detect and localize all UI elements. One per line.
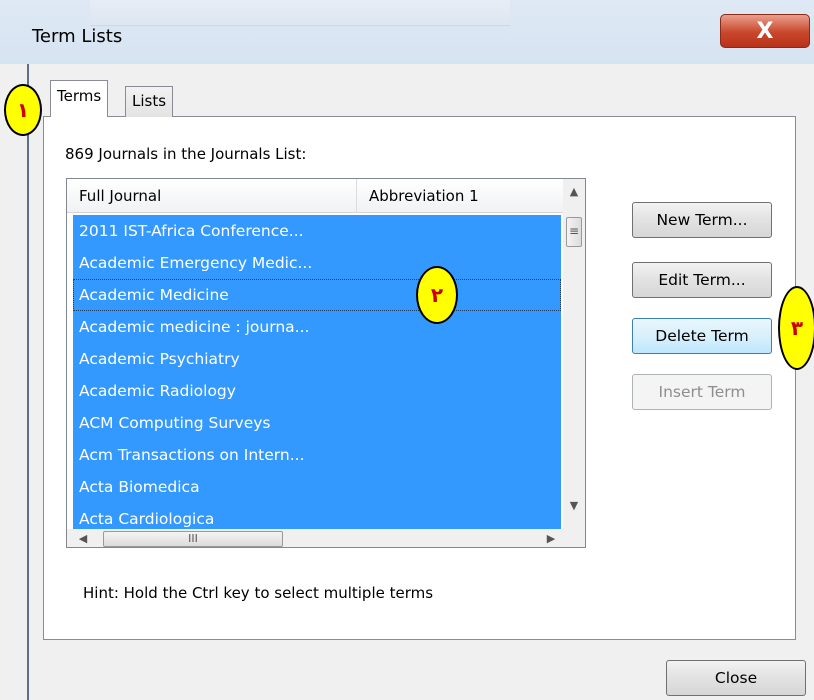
background-window-ghost [90, 0, 510, 26]
annotation-marker-1: ١ [4, 84, 42, 136]
list-item[interactable]: Acm Transactions on Intern... [73, 439, 363, 471]
list-item[interactable]: 2011 IST-Africa Conference... [73, 215, 363, 247]
scroll-down-arrow-icon[interactable]: ▼ [563, 495, 585, 517]
delete-term-button[interactable]: Delete Term [632, 318, 772, 354]
list-item-focused[interactable]: Academic Medicine [73, 279, 561, 311]
list-item[interactable]: Acta Biomedica [73, 471, 363, 503]
list-item[interactable]: Academic Emergency Medic... [73, 247, 363, 279]
window-title: Term Lists [32, 26, 123, 47]
hint-text: Hint: Hold the Ctrl key to select multip… [83, 584, 434, 602]
annotation-marker-3: ٣ [778, 286, 814, 370]
scroll-right-arrow-icon[interactable]: ▶ [541, 529, 561, 547]
list-item[interactable]: Academic medicine : journa... [73, 311, 363, 343]
column-header-full-journal[interactable]: Full Journal [67, 179, 357, 213]
scroll-up-arrow-icon[interactable]: ▲ [563, 181, 585, 203]
list-rows: 2011 IST-Africa Conference... Academic E… [73, 215, 561, 533]
horizontal-scrollbar[interactable]: ◀ III ▶ [67, 529, 563, 547]
scrollbar-corner [563, 533, 585, 547]
new-term-button[interactable]: New Term... [632, 202, 772, 238]
list-item[interactable]: ACM Computing Surveys [73, 407, 363, 439]
journal-list[interactable]: Full Journal Abbreviation 1 2011 IST-Afr… [66, 178, 586, 548]
journal-count-label: 869 Journals in the Journals List: [65, 145, 307, 163]
annotation-marker-2: ٢ [416, 266, 458, 324]
vertical-scrollbar[interactable]: ▲ ≡ ▼ [563, 179, 585, 533]
edit-term-button[interactable]: Edit Term... [632, 262, 772, 298]
horizontal-scroll-thumb[interactable]: III [103, 531, 283, 547]
tab-lists[interactable]: Lists [125, 86, 174, 117]
close-window-button[interactable]: X [720, 14, 810, 48]
tab-terms[interactable]: Terms [50, 80, 109, 117]
list-header: Full Journal Abbreviation 1 [67, 179, 563, 213]
list-item[interactable]: Academic Psychiatry [73, 343, 363, 375]
column-header-abbreviation[interactable]: Abbreviation 1 [357, 179, 563, 213]
title-bar: Term Lists [0, 0, 814, 64]
vertical-scroll-thumb[interactable]: ≡ [566, 217, 582, 247]
insert-term-button: Insert Term [632, 374, 772, 410]
close-button[interactable]: Close [666, 660, 806, 696]
scroll-left-arrow-icon[interactable]: ◀ [73, 529, 93, 547]
list-item[interactable]: Academic Radiology [73, 375, 363, 407]
